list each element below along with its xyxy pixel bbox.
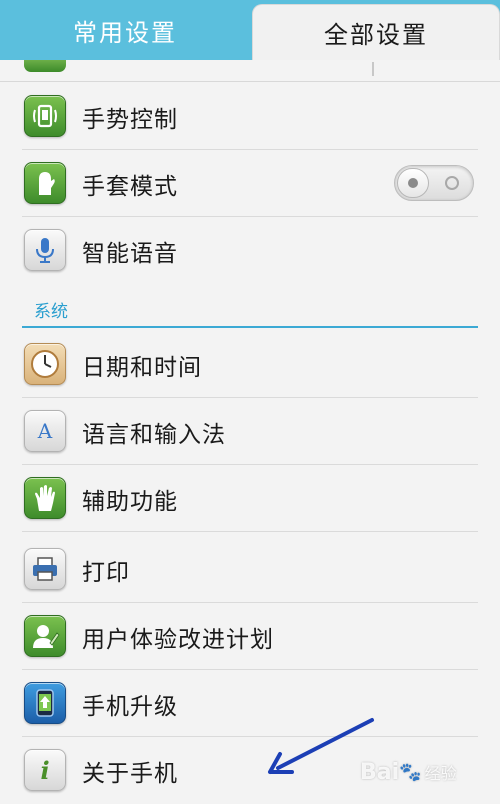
tab-all-settings[interactable]: 全部设置: [252, 4, 500, 60]
phone-upgrade-icon: [24, 682, 66, 724]
partial-row-divider: [372, 62, 374, 76]
watermark-sub: 经验: [424, 764, 457, 783]
toggle-off-indicator: [445, 176, 459, 190]
watermark-brand: Bai: [360, 759, 400, 785]
partial-row-icon: [24, 60, 66, 72]
section-divider: [22, 326, 478, 328]
settings-item-label: 手套模式: [82, 173, 178, 200]
settings-item-date-time[interactable]: 日期和时间: [0, 331, 500, 398]
language-icon: A: [24, 410, 66, 452]
clock-icon: [24, 343, 66, 385]
settings-item-label: 智能语音: [82, 240, 178, 267]
settings-item-label: 语言和输入法: [82, 421, 226, 448]
glove-mode-toggle[interactable]: [394, 165, 474, 201]
settings-item-label: 打印: [82, 559, 130, 586]
settings-item-label: 辅助功能: [82, 488, 178, 515]
settings-item-user-experience[interactable]: 用户体验改进计划: [0, 603, 500, 670]
hand-icon: [24, 477, 66, 519]
section-title-system: 系统: [34, 301, 68, 322]
tab-bar: 常用设置 全部设置: [0, 0, 500, 60]
settings-item-phone-upgrade[interactable]: 手机升级: [0, 670, 500, 737]
microphone-icon: [24, 229, 66, 271]
printer-icon: [24, 548, 66, 590]
info-icon: i: [24, 749, 66, 791]
settings-item-gesture-control[interactable]: 手势控制: [0, 83, 500, 150]
settings-item-accessibility[interactable]: 辅助功能: [0, 465, 500, 532]
settings-item-language-input[interactable]: A 语言和输入法: [0, 398, 500, 465]
settings-item-smart-voice[interactable]: 智能语音: [0, 217, 500, 284]
tab-common-settings[interactable]: 常用设置: [0, 0, 250, 60]
settings-item-label: 手势控制: [82, 106, 178, 133]
watermark-logo: Bai 🐾 经验: [360, 759, 457, 785]
svg-text:A: A: [37, 419, 53, 443]
settings-item-label: 用户体验改进计划: [82, 626, 274, 653]
user-experience-icon: [24, 615, 66, 657]
svg-text:i: i: [40, 756, 49, 784]
partial-row[interactable]: [0, 60, 500, 82]
settings-item-label: 日期和时间: [82, 354, 202, 381]
gesture-icon: [24, 95, 66, 137]
glove-icon: [24, 162, 66, 204]
settings-item-print[interactable]: 打印: [0, 536, 500, 603]
settings-item-label: 关于手机: [82, 760, 178, 787]
settings-item-label: 手机升级: [82, 693, 178, 720]
toggle-knob: [397, 168, 429, 198]
row-divider: [22, 531, 478, 532]
